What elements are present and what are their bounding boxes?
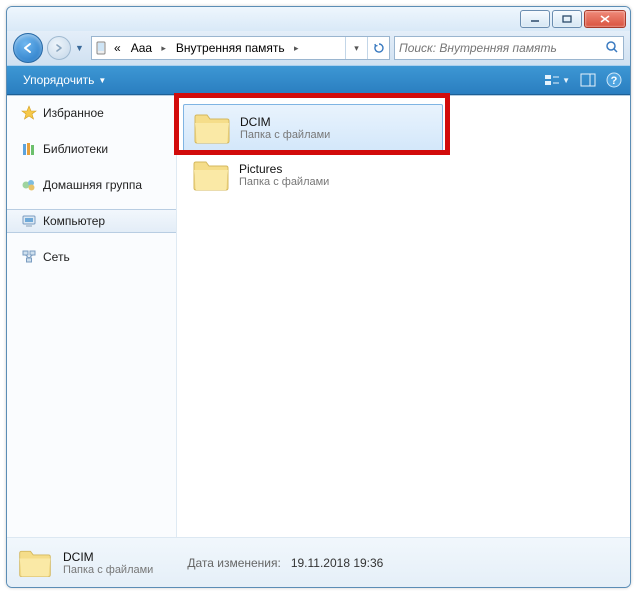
maximize-button[interactable] (552, 10, 582, 28)
preview-pane-button[interactable] (580, 73, 596, 87)
folder-desc: Папка с файлами (239, 176, 329, 188)
sidebar-item-libraries[interactable]: Библиотеки (7, 138, 176, 160)
search-box[interactable] (394, 36, 624, 60)
sidebar-item-favorites[interactable]: Избранное (7, 102, 176, 124)
breadcrumb-prefix[interactable]: « (110, 37, 127, 59)
chevron-right-icon: ▸ (294, 43, 299, 54)
folder-name: Pictures (239, 162, 329, 176)
sidebar-label: Библиотеки (43, 142, 108, 156)
details-modified-label: Дата изменения: (187, 556, 281, 570)
folder-icon (17, 547, 53, 579)
homegroup-icon (21, 177, 37, 193)
computer-icon (21, 213, 37, 229)
folder-item-dcim[interactable]: DCIM Папка с файлами (183, 104, 443, 152)
help-button[interactable]: ? (606, 72, 622, 88)
sidebar-label: Избранное (43, 106, 104, 120)
sidebar-item-homegroup[interactable]: Домашняя группа (7, 174, 176, 196)
close-button[interactable] (584, 10, 626, 28)
body: Избранное Библиотеки Домашняя группа (7, 95, 630, 537)
nav-row: ▼ « Aaa ▸ Внутренняя память ▸ ▾ (7, 31, 630, 65)
sidebar-label: Сеть (43, 250, 70, 264)
sidebar-item-network[interactable]: Сеть (7, 246, 176, 268)
search-icon[interactable] (605, 40, 619, 57)
titlebar (7, 7, 630, 31)
details-pane: DCIM Папка с файлами Дата изменения: 19.… (7, 537, 630, 587)
folder-icon (191, 158, 231, 192)
content-area[interactable]: DCIM Папка с файлами Pictures Папка с фа… (177, 96, 630, 537)
sidebar: Избранное Библиотеки Домашняя группа (7, 96, 177, 537)
view-options-button[interactable]: ▼ (544, 73, 570, 87)
toolbar: Упорядочить ▼ ▼ ? (7, 65, 630, 95)
address-dropdown[interactable]: ▾ (345, 37, 367, 59)
chevron-right-icon: ▸ (161, 43, 166, 54)
folder-name: DCIM (240, 115, 330, 129)
sidebar-label: Домашняя группа (43, 178, 142, 192)
forward-button[interactable] (47, 36, 71, 60)
star-icon (21, 105, 37, 121)
details-desc: Папка с файлами (63, 564, 153, 576)
svg-text:?: ? (611, 75, 618, 87)
address-bar[interactable]: « Aaa ▸ Внутренняя память ▸ ▾ (91, 36, 390, 60)
explorer-window: ▼ « Aaa ▸ Внутренняя память ▸ ▾ Упорядоч… (6, 6, 631, 588)
breadcrumb-item-0[interactable]: Aaa ▸ (127, 37, 172, 59)
back-button[interactable] (13, 33, 43, 63)
device-icon (92, 41, 110, 55)
sidebar-item-computer[interactable]: Компьютер (7, 209, 176, 233)
folder-desc: Папка с файлами (240, 129, 330, 141)
search-input[interactable] (399, 41, 605, 55)
folder-icon (192, 111, 232, 145)
libraries-icon (21, 141, 37, 157)
refresh-button[interactable] (367, 37, 389, 59)
folder-item-pictures[interactable]: Pictures Папка с файлами (183, 152, 443, 198)
organize-button[interactable]: Упорядочить ▼ (15, 70, 114, 90)
minimize-button[interactable] (520, 10, 550, 28)
details-name: DCIM (63, 550, 153, 564)
nav-history-dropdown[interactable]: ▼ (75, 43, 87, 53)
sidebar-label: Компьютер (43, 214, 105, 228)
network-icon (21, 249, 37, 265)
details-modified-value: 19.11.2018 19:36 (291, 556, 384, 570)
breadcrumb-item-1[interactable]: Внутренняя память ▸ (172, 37, 305, 59)
